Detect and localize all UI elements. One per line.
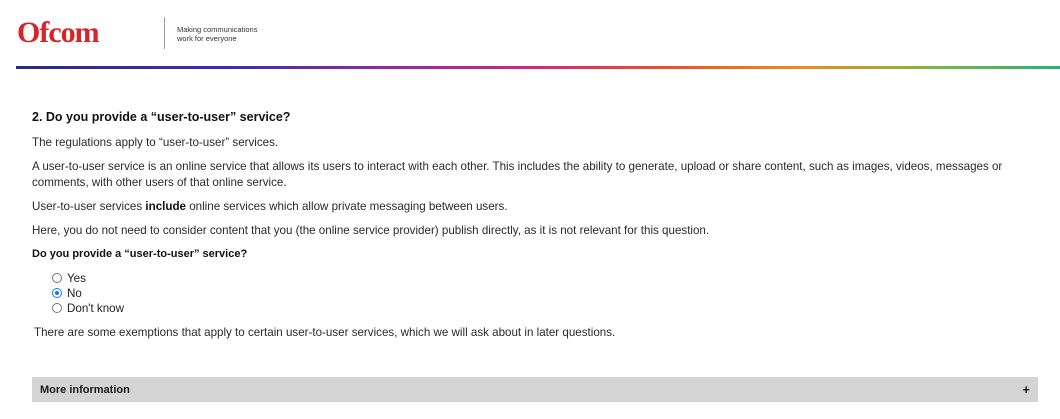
- definition-paragraph: A user-to-user service is an online serv…: [32, 160, 1003, 189]
- radio-group: Yes No Don't know: [52, 271, 1042, 315]
- exemptions-note: There are some exemptions that apply to …: [34, 326, 616, 339]
- radio-dont-know[interactable]: [52, 303, 62, 313]
- header-rainbow-divider: [16, 66, 1060, 69]
- radio-label-yes: Yes: [67, 271, 86, 285]
- radio-option-dont-know[interactable]: Don't know: [52, 301, 1042, 315]
- private-messaging-paragraph: User-to-user services include online ser…: [32, 199, 1042, 215]
- content-note-paragraph: Here, you do not need to consider conten…: [32, 224, 710, 237]
- radio-option-no[interactable]: No: [52, 286, 1042, 300]
- radio-option-yes[interactable]: Yes: [52, 271, 1042, 285]
- site-header: Ofcom Making communications work for eve…: [0, 0, 1060, 69]
- para3-bold: include: [145, 200, 186, 213]
- logo-divider: [164, 17, 165, 49]
- intro-paragraph: The regulations apply to “user-to-user” …: [32, 136, 279, 149]
- question-heading: 2. Do you provide a “user-to-user” servi…: [32, 110, 291, 124]
- tagline: Making communications work for everyone: [177, 25, 327, 43]
- more-information-accordion[interactable]: More information +: [32, 377, 1038, 402]
- radio-label-dont-know: Don't know: [67, 301, 124, 315]
- radio-no[interactable]: [52, 288, 62, 298]
- para3-after: online services which allow private mess…: [185, 200, 508, 213]
- question-content: 2. Do you provide a “user-to-user” servi…: [32, 110, 1042, 341]
- tagline-line-2: work for everyone: [177, 34, 237, 43]
- radio-label-no: No: [67, 286, 82, 300]
- ofcom-logo[interactable]: Ofcom: [17, 18, 100, 48]
- accordion-title: More information: [40, 383, 130, 396]
- sub-question-label: Do you provide a “user-to-user” service?: [32, 248, 248, 260]
- para3-before: User-to-user services: [32, 200, 146, 213]
- radio-yes[interactable]: [52, 273, 62, 283]
- tagline-line-1: Making communications: [177, 25, 258, 34]
- plus-icon[interactable]: +: [1022, 382, 1030, 397]
